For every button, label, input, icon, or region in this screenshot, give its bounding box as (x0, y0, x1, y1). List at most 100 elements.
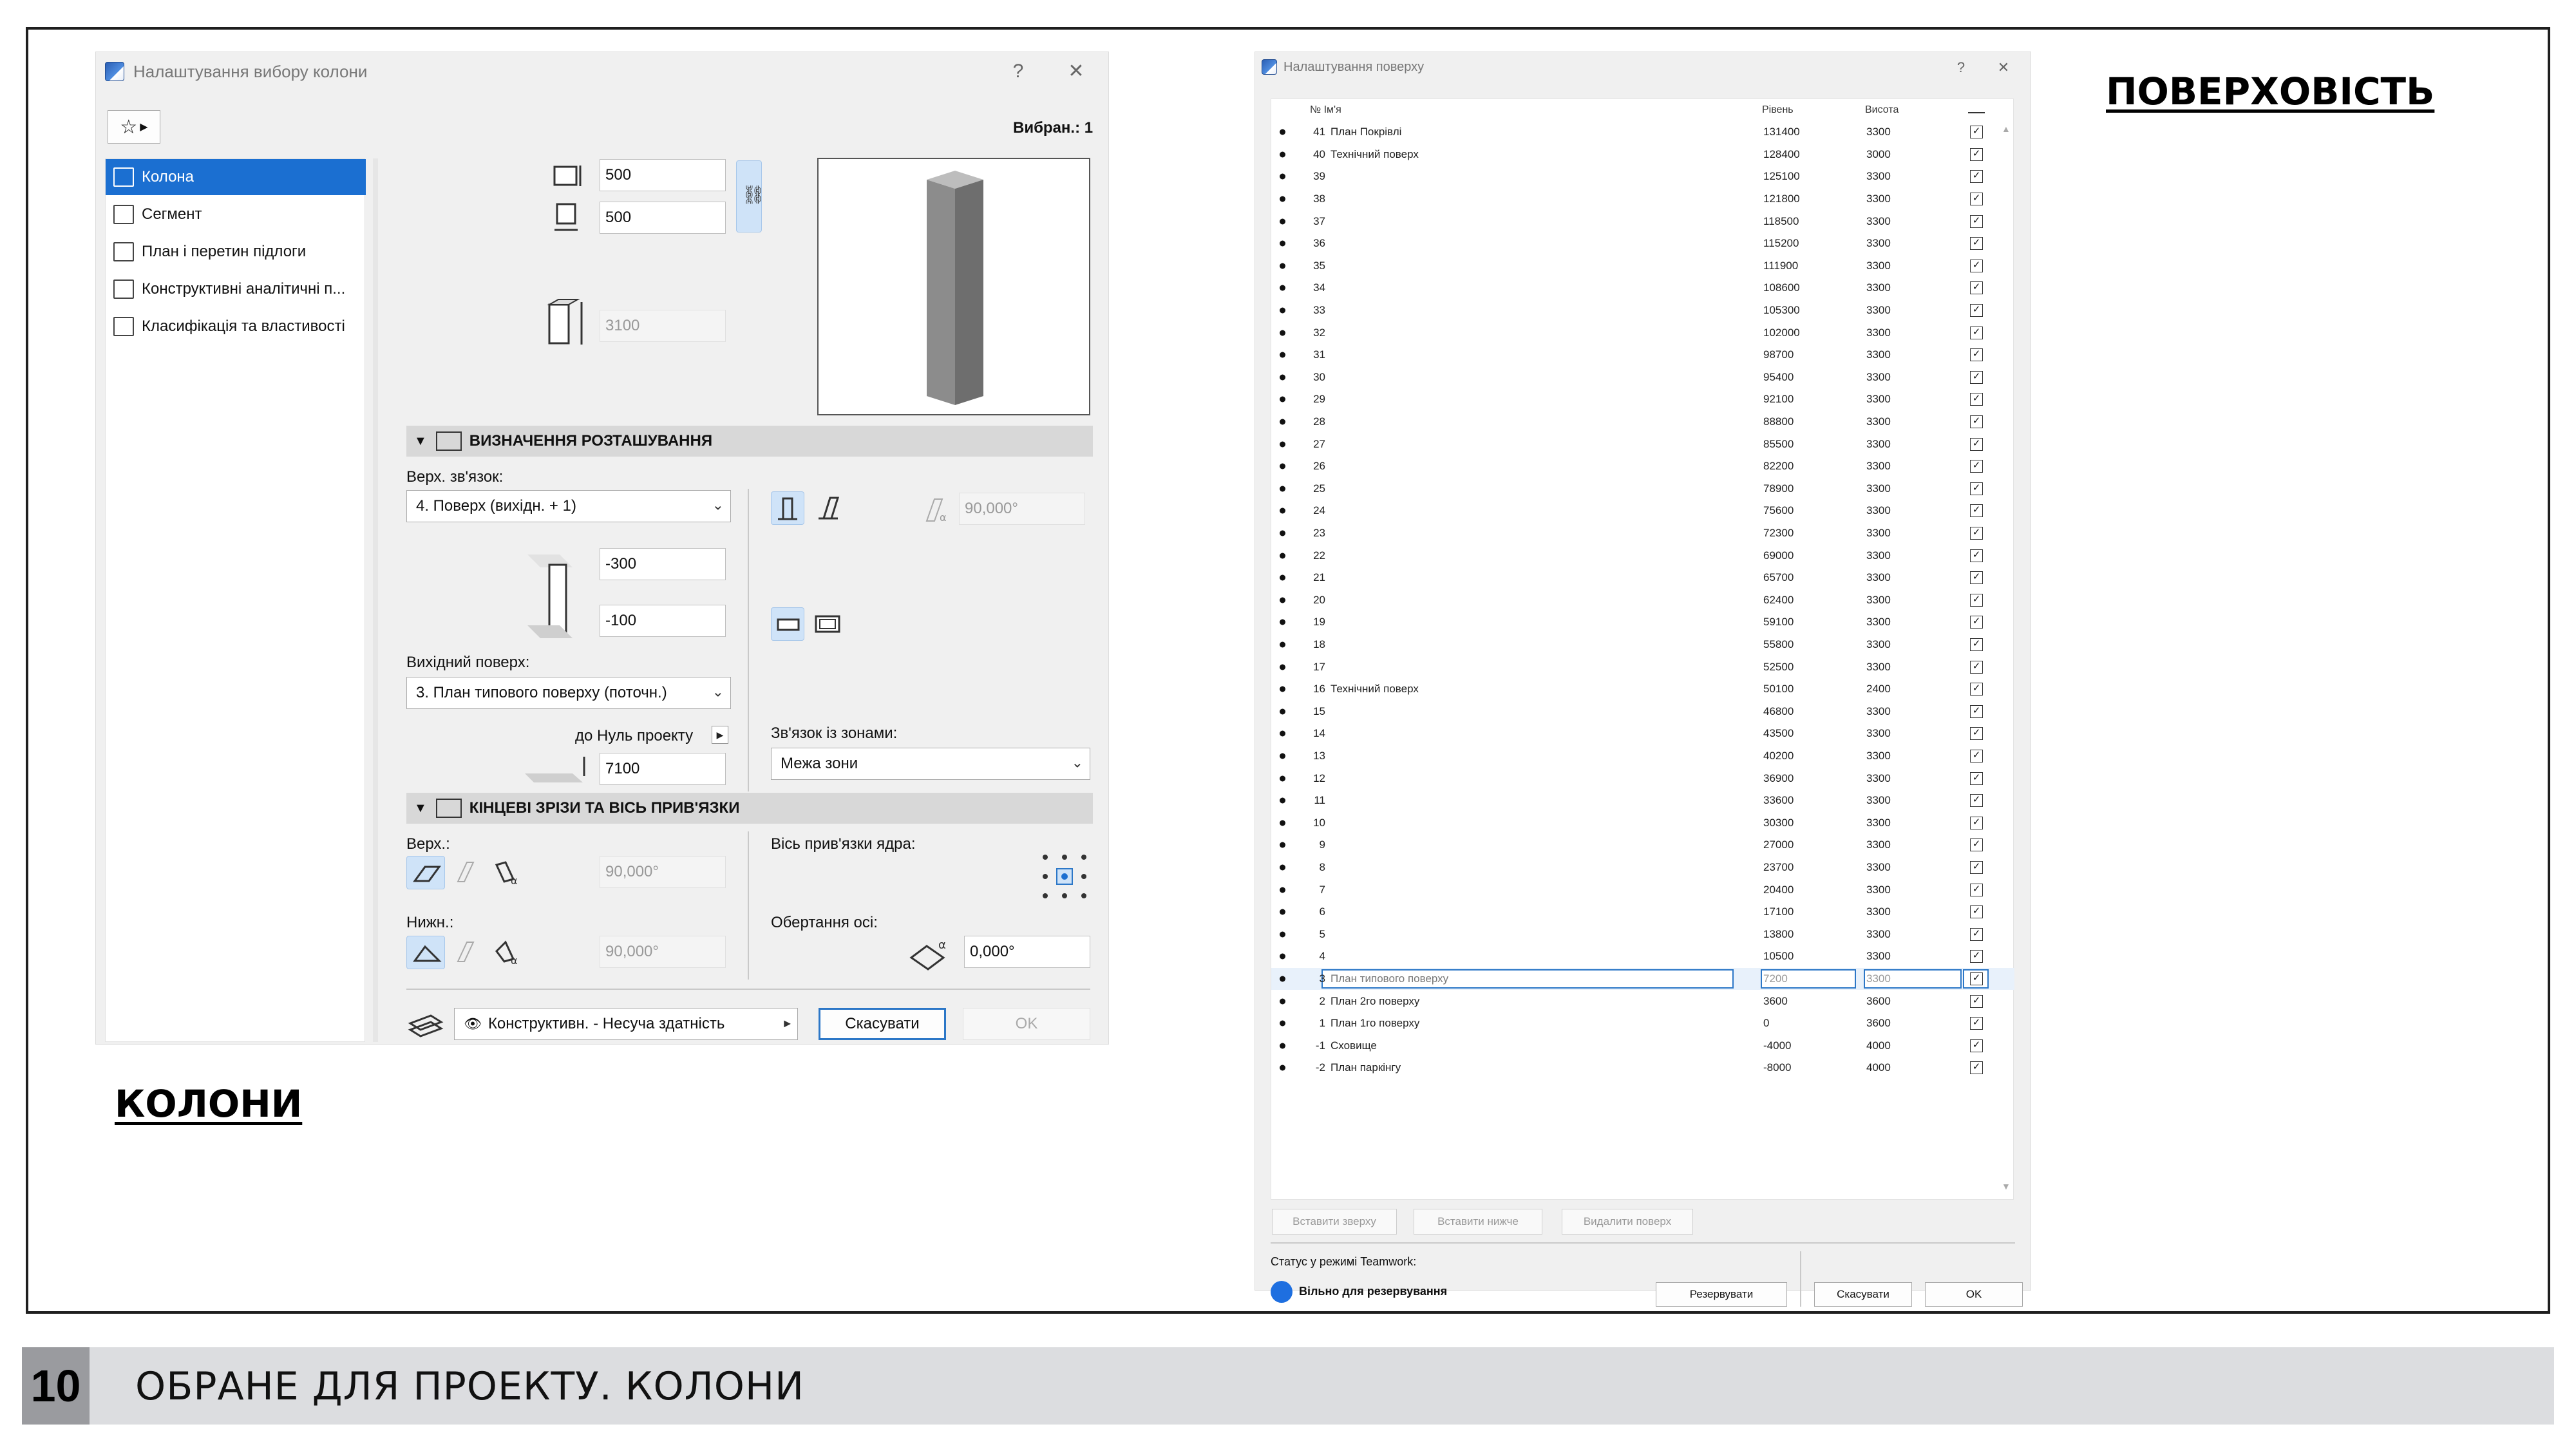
cancel-button[interactable]: Скасувати (819, 1008, 946, 1040)
story-row[interactable]: 22 69000 3300 ✓ (1271, 544, 2014, 567)
show-in-menu-checkbox[interactable]: ✓ (1970, 593, 1983, 607)
story-row[interactable]: 13 40200 3300 ✓ (1271, 745, 2014, 768)
height-input[interactable]: 3100 (600, 310, 726, 342)
show-in-menu-checkbox[interactable]: ✓ (1970, 281, 1983, 295)
depth-input[interactable]: 500 (600, 202, 726, 234)
story-height[interactable]: 3300 (1866, 126, 1891, 138)
story-height[interactable]: 3300 (1866, 884, 1891, 896)
story-row[interactable]: 6 17100 3300 ✓ (1271, 901, 2014, 923)
story-height[interactable]: 3300 (1866, 415, 1891, 428)
story-row[interactable]: 18 55800 3300 ✓ (1271, 634, 2014, 656)
story-height[interactable]: 3300 (1866, 237, 1891, 250)
story-row[interactable]: 7 20400 3300 ✓ (1271, 878, 2014, 901)
show-in-menu-checkbox[interactable]: ✓ (1970, 482, 1983, 495)
show-in-menu-checkbox[interactable]: ✓ (1970, 370, 1983, 384)
story-height[interactable]: 3300 (1866, 571, 1891, 584)
show-in-menu-checkbox[interactable]: ✓ (1970, 816, 1983, 829)
show-in-menu-checkbox[interactable]: ✓ (1970, 147, 1983, 161)
custom-angle-cut-icon[interactable]: α (490, 856, 524, 889)
scroll-up-icon[interactable]: ▲ (2002, 124, 2011, 134)
story-level[interactable]: 92100 (1763, 393, 1794, 406)
story-name[interactable]: План Покрівлі (1331, 126, 1401, 138)
story-row[interactable]: 5 13800 3300 ✓ (1271, 923, 2014, 946)
ok-button[interactable]: OK (963, 1008, 1090, 1040)
story-height[interactable]: 3300 (1866, 527, 1891, 540)
elevation-input[interactable]: 7100 (600, 753, 726, 785)
sidebar-item-structural-analytic[interactable]: Конструктивні аналітичні п... (106, 271, 366, 307)
story-row[interactable]: 38 121800 3300 ✓ (1271, 188, 2014, 211)
story-height[interactable]: 3300 (1866, 705, 1891, 718)
story-level[interactable]: 43500 (1763, 727, 1794, 740)
show-in-menu-checkbox[interactable]: ✓ (1970, 259, 1983, 272)
story-row[interactable]: 14 43500 3300 ✓ (1271, 723, 2014, 745)
story-height[interactable]: 3300 (1866, 794, 1891, 807)
story-height[interactable]: 3300 (1866, 905, 1891, 918)
story-height[interactable]: 3300 (1866, 972, 1891, 985)
rotation-input[interactable]: 0,000° (964, 936, 1090, 968)
story-row[interactable]: 16 Технічний поверх 50100 2400 ✓ (1271, 678, 2014, 701)
story-row[interactable]: 34 108600 3300 ✓ (1271, 277, 2014, 299)
story-row[interactable]: 39 125100 3300 ✓ (1271, 166, 2014, 188)
story-height[interactable]: 3300 (1866, 928, 1891, 941)
scroll-down-icon[interactable]: ▼ (2002, 1181, 2011, 1191)
story-row[interactable]: 1 План 1го поверху 0 3600 ✓ (1271, 1012, 2014, 1035)
veneer-icon[interactable] (811, 607, 844, 641)
help-button[interactable]: ? (1947, 53, 1975, 82)
bottom-cut-perpendicular-toggle[interactable] (406, 936, 445, 969)
story-level[interactable]: 3600 (1763, 995, 1788, 1008)
story-level[interactable]: 23700 (1763, 861, 1794, 874)
favorites-button[interactable]: ☆ ▶ (108, 110, 160, 144)
insert-above-button[interactable]: Вставити зверху (1272, 1209, 1397, 1235)
story-level[interactable]: 65700 (1763, 571, 1794, 584)
positioning-section-header[interactable]: ▼ ВИЗНАЧЕННЯ РОЗТАШУВАННЯ (406, 426, 1093, 457)
show-in-menu-checkbox[interactable]: ✓ (1970, 571, 1983, 585)
show-in-menu-checkbox[interactable]: ✓ (1970, 861, 1983, 875)
link-proportions-toggle[interactable]: ⛓ (736, 160, 765, 232)
story-level[interactable]: 108600 (1763, 281, 1800, 294)
story-height[interactable]: 3300 (1866, 838, 1891, 851)
story-height[interactable]: 3300 (1866, 950, 1891, 963)
story-row[interactable]: 19 59100 3300 ✓ (1271, 611, 2014, 634)
story-height[interactable]: 3300 (1866, 371, 1891, 384)
story-row[interactable]: 25 78900 3300 ✓ (1271, 478, 2014, 500)
bottom-cut-angle-input[interactable]: 90,000° (600, 936, 726, 968)
show-in-menu-checkbox[interactable]: ✓ (1970, 214, 1983, 228)
story-row[interactable]: 12 36900 3300 ✓ (1271, 767, 2014, 790)
story-level[interactable]: 20400 (1763, 884, 1794, 896)
layer-dropdown[interactable]: 👁 Конструктивн. - Несуча здатність ▶ (454, 1008, 798, 1040)
show-in-menu-checkbox[interactable]: ✓ (1970, 994, 1983, 1008)
story-height[interactable]: 4000 (1866, 1039, 1891, 1052)
show-in-menu-checkbox[interactable]: ✓ (1970, 549, 1983, 562)
story-height[interactable]: 2400 (1866, 683, 1891, 696)
anchor-point-grid-icon[interactable] (1039, 851, 1090, 902)
show-in-menu-checkbox[interactable]: ✓ (1970, 326, 1983, 339)
story-row[interactable]: 31 98700 3300 ✓ (1271, 344, 2014, 366)
show-in-menu-checkbox[interactable]: ✓ (1970, 772, 1983, 785)
story-level[interactable]: 7200 (1763, 972, 1788, 985)
story-height[interactable]: 3300 (1866, 616, 1891, 629)
story-level[interactable]: 72300 (1763, 527, 1794, 540)
show-in-menu-checkbox[interactable]: ✓ (1970, 616, 1983, 629)
story-row[interactable]: 24 75600 3300 ✓ (1271, 500, 2014, 522)
story-level[interactable]: 128400 (1763, 148, 1800, 161)
show-in-menu-checkbox[interactable]: ✓ (1970, 705, 1983, 718)
story-row[interactable]: 17 52500 3300 ✓ (1271, 656, 2014, 678)
home-story-dropdown[interactable]: 3. План типового поверху (поточн.) ⌄ (406, 677, 731, 709)
show-in-menu-checkbox[interactable]: ✓ (1970, 660, 1983, 674)
custom-angle-cut-icon[interactable]: α (490, 936, 524, 969)
delete-story-button[interactable]: Видалити поверх (1562, 1209, 1693, 1235)
story-level[interactable]: -8000 (1763, 1061, 1791, 1074)
story-level[interactable]: 102000 (1763, 327, 1800, 339)
story-height[interactable]: 3000 (1866, 148, 1891, 161)
show-in-menu-checkbox[interactable]: ✓ (1970, 126, 1983, 139)
story-height[interactable]: 3300 (1866, 817, 1891, 829)
insert-below-button[interactable]: Вставити нижче (1414, 1209, 1542, 1235)
reserve-button[interactable]: Резервувати (1656, 1282, 1787, 1307)
story-level[interactable]: 82200 (1763, 460, 1794, 473)
story-height[interactable]: 3300 (1866, 348, 1891, 361)
cancel-button[interactable]: Скасувати (1814, 1282, 1912, 1307)
zone-relation-dropdown[interactable]: Межа зони ⌄ (771, 748, 1090, 780)
core-only-toggle[interactable] (771, 607, 804, 641)
story-height[interactable]: 3300 (1866, 504, 1891, 517)
story-level[interactable]: 52500 (1763, 661, 1794, 674)
